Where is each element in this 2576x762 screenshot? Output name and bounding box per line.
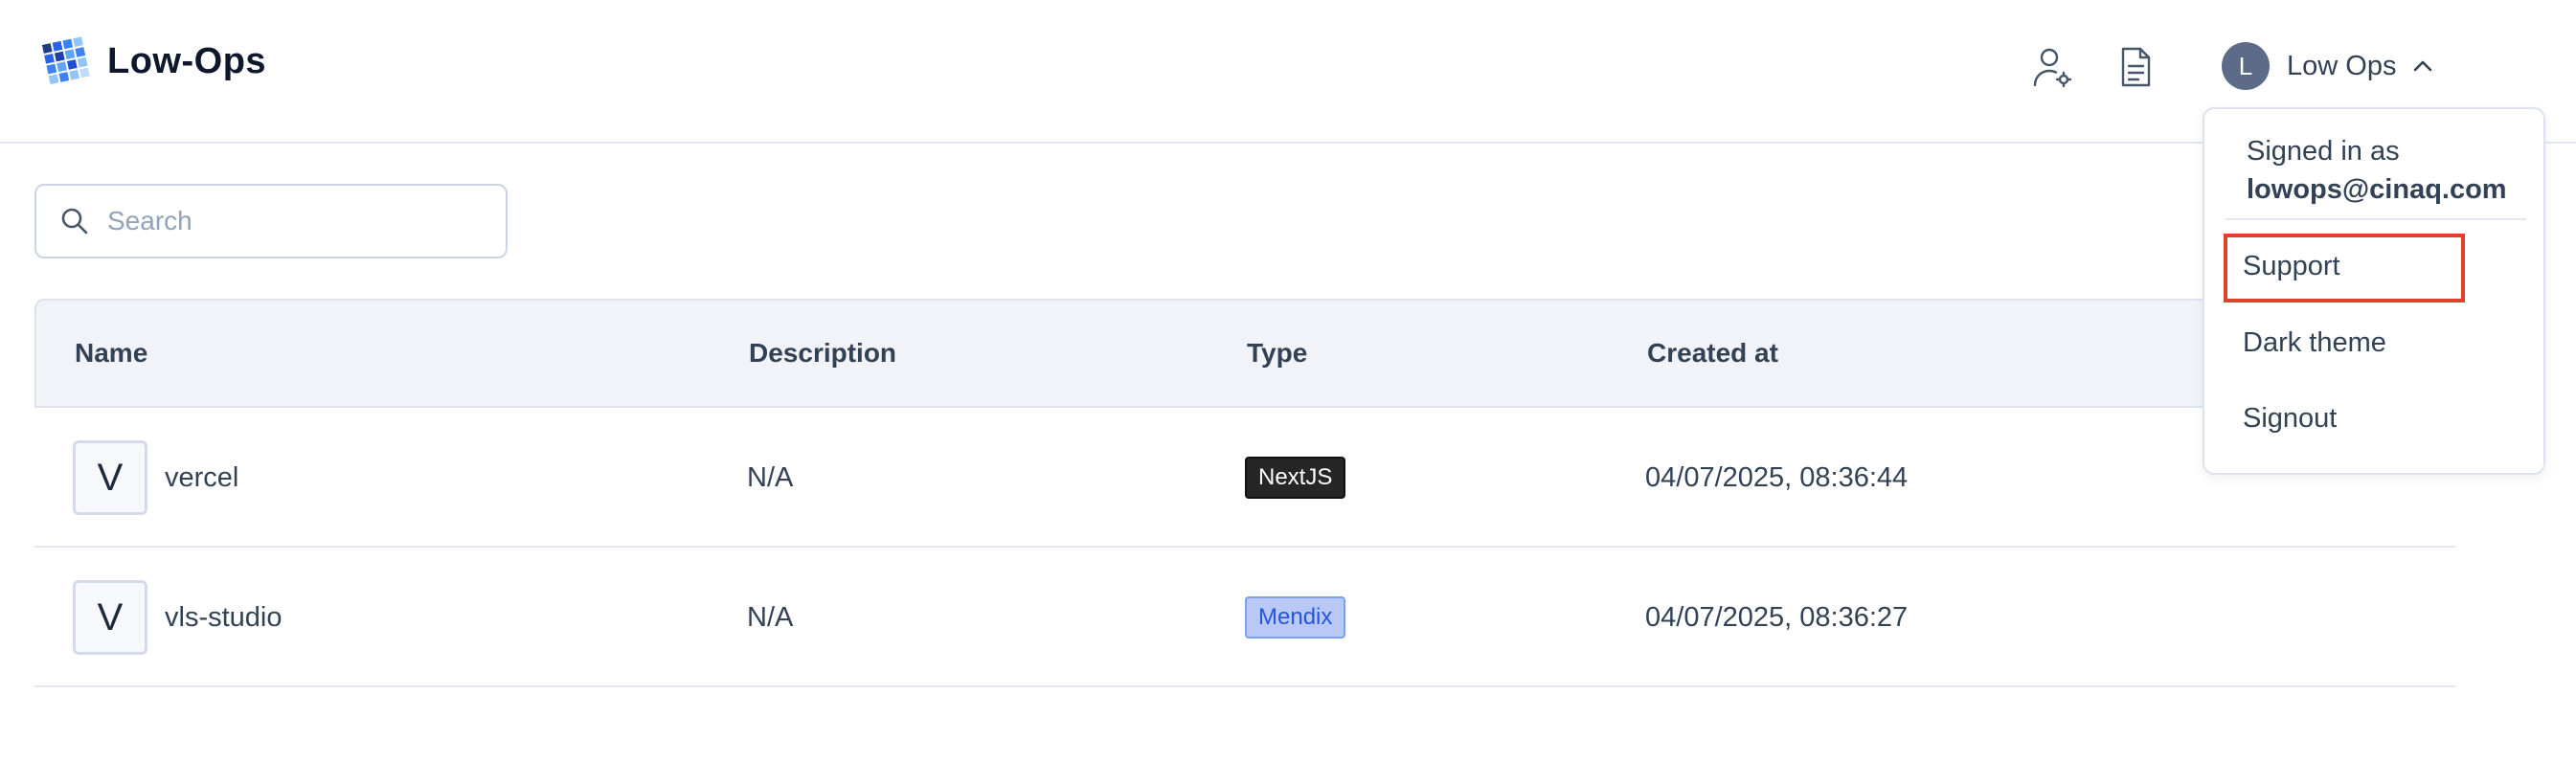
documents-button[interactable] xyxy=(2113,42,2158,92)
search-input[interactable] xyxy=(107,206,471,236)
project-name[interactable]: vls-studio xyxy=(165,602,282,634)
menu-item-support[interactable]: Support xyxy=(2243,251,2340,282)
name-cell: V vls-studio xyxy=(73,548,282,687)
type-badge: NextJS xyxy=(1245,457,1346,499)
column-header-created-at[interactable]: Created at xyxy=(1647,301,1778,406)
user-menu-toggle[interactable]: L Low Ops xyxy=(2222,42,2436,90)
name-cell: V vercel xyxy=(73,408,238,548)
logo-icon xyxy=(41,36,90,85)
project-name[interactable]: vercel xyxy=(165,462,238,494)
signed-in-info: Signed in as lowops@cinaq.com xyxy=(2247,132,2507,209)
user-name: Low Ops xyxy=(2287,50,2397,81)
description-cell: N/A xyxy=(747,601,794,633)
project-avatar: V xyxy=(73,580,147,655)
user-dropdown-menu: Signed in as lowops@cinaq.com Support Da… xyxy=(2203,107,2545,475)
chevron-up-icon xyxy=(2414,60,2432,72)
table-row[interactable]: V vls-studio N/A Mendix 04/07/2025, 08:3… xyxy=(34,548,2455,687)
user-settings-icon xyxy=(2033,48,2072,88)
type-badge: Mendix xyxy=(1245,596,1346,639)
user-settings-button[interactable] xyxy=(2028,42,2074,92)
menu-item-dark-theme[interactable]: Dark theme xyxy=(2243,327,2386,359)
search-icon xyxy=(61,208,88,235)
avatar: L xyxy=(2222,42,2270,90)
app-logo[interactable]: Low-Ops xyxy=(40,34,266,88)
column-header-name[interactable]: Name xyxy=(75,301,147,406)
created-at-cell: 04/07/2025, 08:36:27 xyxy=(1645,601,1909,633)
app-name: Low-Ops xyxy=(107,40,267,81)
project-avatar: V xyxy=(73,440,147,515)
signed-in-email: lowops@cinaq.com xyxy=(2247,174,2507,205)
description-cell: N/A xyxy=(747,461,794,493)
projects-table: Name Description Type Created at V verce… xyxy=(34,299,2455,687)
menu-divider xyxy=(2226,218,2526,220)
column-header-type[interactable]: Type xyxy=(1247,301,1307,406)
created-at-cell: 04/07/2025, 08:36:44 xyxy=(1645,461,1909,493)
menu-item-signout[interactable]: Signout xyxy=(2243,403,2337,435)
search-box[interactable] xyxy=(34,184,508,258)
top-header: Low-Ops L Low Ops xyxy=(0,0,2576,144)
column-header-description[interactable]: Description xyxy=(749,301,896,406)
table-row[interactable]: V vercel N/A NextJS 04/07/2025, 08:36:44 xyxy=(34,408,2455,548)
type-cell: NextJS xyxy=(1245,408,1346,548)
type-cell: Mendix xyxy=(1245,548,1346,687)
signed-in-label: Signed in as xyxy=(2247,136,2400,167)
table-header: Name Description Type Created at xyxy=(34,299,2455,408)
document-icon xyxy=(2121,47,2151,87)
